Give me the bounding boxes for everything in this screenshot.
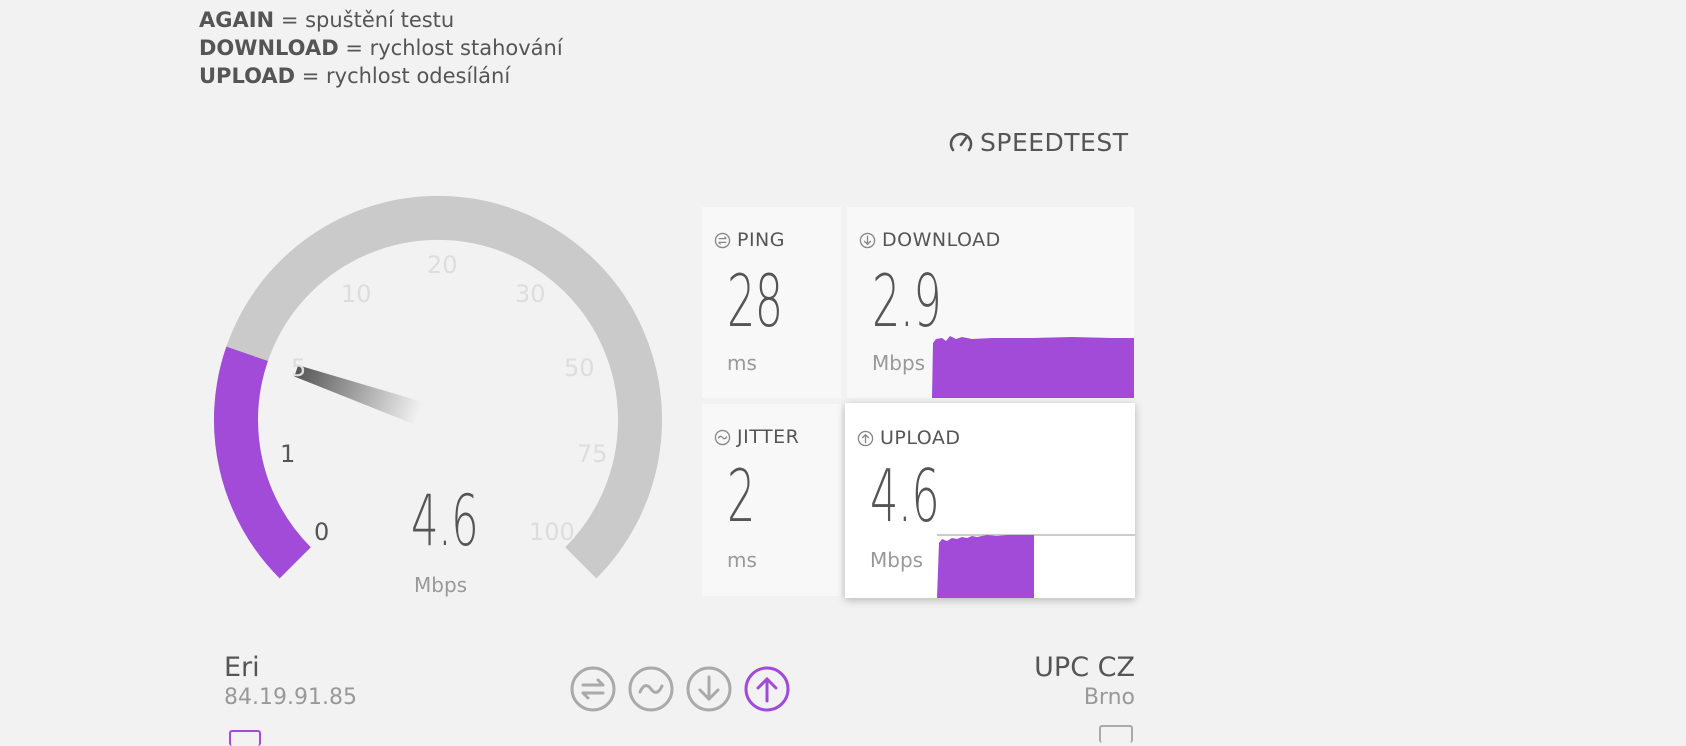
gauge-tick-10: 10 [341,280,372,308]
client-ip: 84.19.91.85 [224,685,357,710]
gauge-tick-0: 0 [314,518,330,546]
gauge-tick-30: 30 [515,280,546,308]
gauge-tick-100: 100 [529,518,575,546]
ping-unit: ms [727,351,757,375]
gauge-tick-75: 75 [577,440,608,468]
gauge-unit: Mbps [414,573,468,597]
legend: AGAIN = spuštění testu DOWNLOAD = rychlo… [199,6,563,90]
brand-name: SPEEDTEST [980,128,1129,157]
ping-panel: PING 28 ms [702,207,841,398]
download-graph [932,336,1134,398]
jitter-icon [714,429,731,445]
download-panel: DOWNLOAD 2.9 Mbps [847,207,1134,398]
jitter-panel: JITTER 2 ms [702,404,841,596]
ping-label: PING [737,229,785,251]
ping-icon [714,232,731,248]
client-name: Eri [224,652,260,683]
gauge-tick-5: 5 [291,354,307,382]
test-steps [570,666,790,712]
client-settings-icon[interactable] [229,730,261,746]
jitter-value: 2 [727,454,755,538]
upload-arrow-icon [857,430,874,446]
ping-value: 28 [727,259,783,343]
upload-panel: UPLOAD 4.6 Mbps [845,403,1135,598]
download-arrow-icon [859,232,876,248]
speedtest-logo[interactable]: SPEEDTEST [948,128,1129,157]
jitter-label: JITTER [737,426,800,448]
gauge-tick-1: 1 [280,440,296,468]
server-name: UPC CZ [1034,652,1135,683]
jitter-unit: ms [727,548,757,572]
upload-value: 4.6 [870,454,940,538]
server-location: Brno [1083,685,1135,710]
upload-unit: Mbps [870,548,924,572]
server-settings-icon[interactable] [1099,725,1133,743]
legend-upload: UPLOAD = rychlost odesílání [199,64,511,88]
download-unit: Mbps [872,351,926,375]
upload-graph [937,534,1135,598]
ping-step-icon [570,666,616,712]
speedometer-icon [949,132,973,151]
upload-label: UPLOAD [880,427,961,449]
gauge-tick-50: 50 [564,354,595,382]
upload-step-icon [744,666,790,712]
legend-again: AGAIN = spuštění testu [199,8,455,32]
download-label: DOWNLOAD [882,229,1001,251]
speed-gauge: 0 1 5 10 20 30 50 75 100 4.6 Mbps [200,180,680,604]
download-value: 2.9 [872,259,942,343]
gauge-tick-20: 20 [427,251,458,279]
gauge-value: 4.6 [411,480,479,562]
jitter-step-icon [628,666,674,712]
gauge-needle [294,365,423,425]
download-step-icon [686,666,732,712]
legend-download: DOWNLOAD = rychlost stahování [199,36,563,60]
